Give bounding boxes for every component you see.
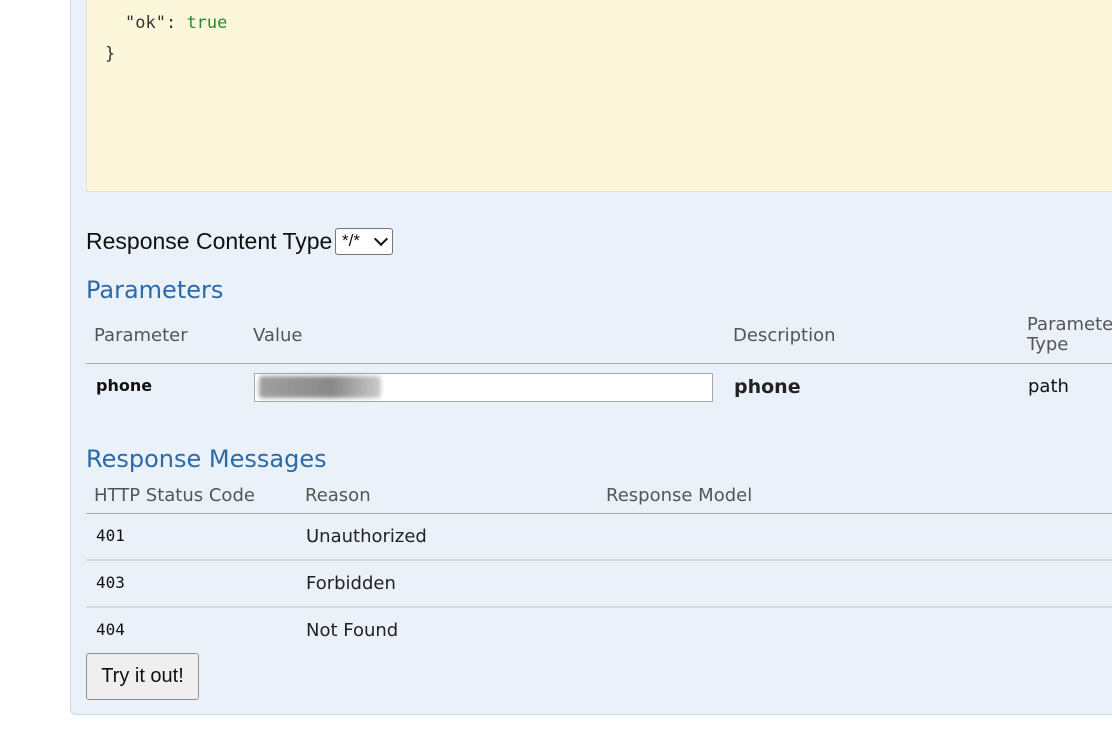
response-reason: Forbidden [306, 573, 396, 594]
header-parameter-type-line2: Type [1027, 334, 1069, 355]
try-it-out-button[interactable]: Try it out! [86, 653, 199, 700]
response-sample-code: "ok": true } [86, 0, 1112, 192]
redacted-value-blur [259, 376, 381, 398]
header-value: Value [253, 325, 303, 346]
header-parameter-type-line1: Paramete [1027, 314, 1112, 335]
row-divider [86, 559, 1112, 561]
response-content-type-select[interactable]: */* [335, 228, 393, 255]
sample-line-ok: "ok": true [125, 13, 227, 33]
header-parameter-type: Paramete Type [1027, 315, 1112, 355]
parameters-title: Parameters [86, 276, 224, 304]
header-response-model: Response Model [606, 485, 753, 506]
json-key: "ok" [125, 13, 166, 33]
response-reason: Not Found [306, 620, 399, 641]
response-reason: Unauthorized [306, 526, 427, 547]
param-phone-input[interactable] [254, 373, 713, 402]
header-reason: Reason [305, 485, 371, 506]
row-divider [86, 606, 1112, 608]
response-code: 404 [96, 620, 125, 639]
param-phone-type: path [1028, 376, 1069, 397]
param-phone-name: phone [96, 376, 153, 395]
sample-line-brace: } [105, 44, 116, 64]
chevron-down-icon [373, 231, 389, 247]
response-content-type-value: */* [342, 231, 360, 250]
response-messages-title: Response Messages [86, 445, 327, 473]
parameters-header-rule [86, 363, 1112, 364]
param-phone-description: phone [734, 376, 801, 398]
responses-header-rule [86, 513, 1112, 514]
header-http-status-code: HTTP Status Code [94, 485, 255, 506]
header-parameter: Parameter [94, 325, 188, 346]
header-description: Description [733, 325, 836, 346]
json-separator: : [165, 13, 187, 33]
response-code: 403 [96, 573, 125, 592]
json-bool: true [186, 13, 228, 33]
response-code: 401 [96, 526, 125, 545]
response-content-type-label: Response Content Type [86, 228, 333, 254]
